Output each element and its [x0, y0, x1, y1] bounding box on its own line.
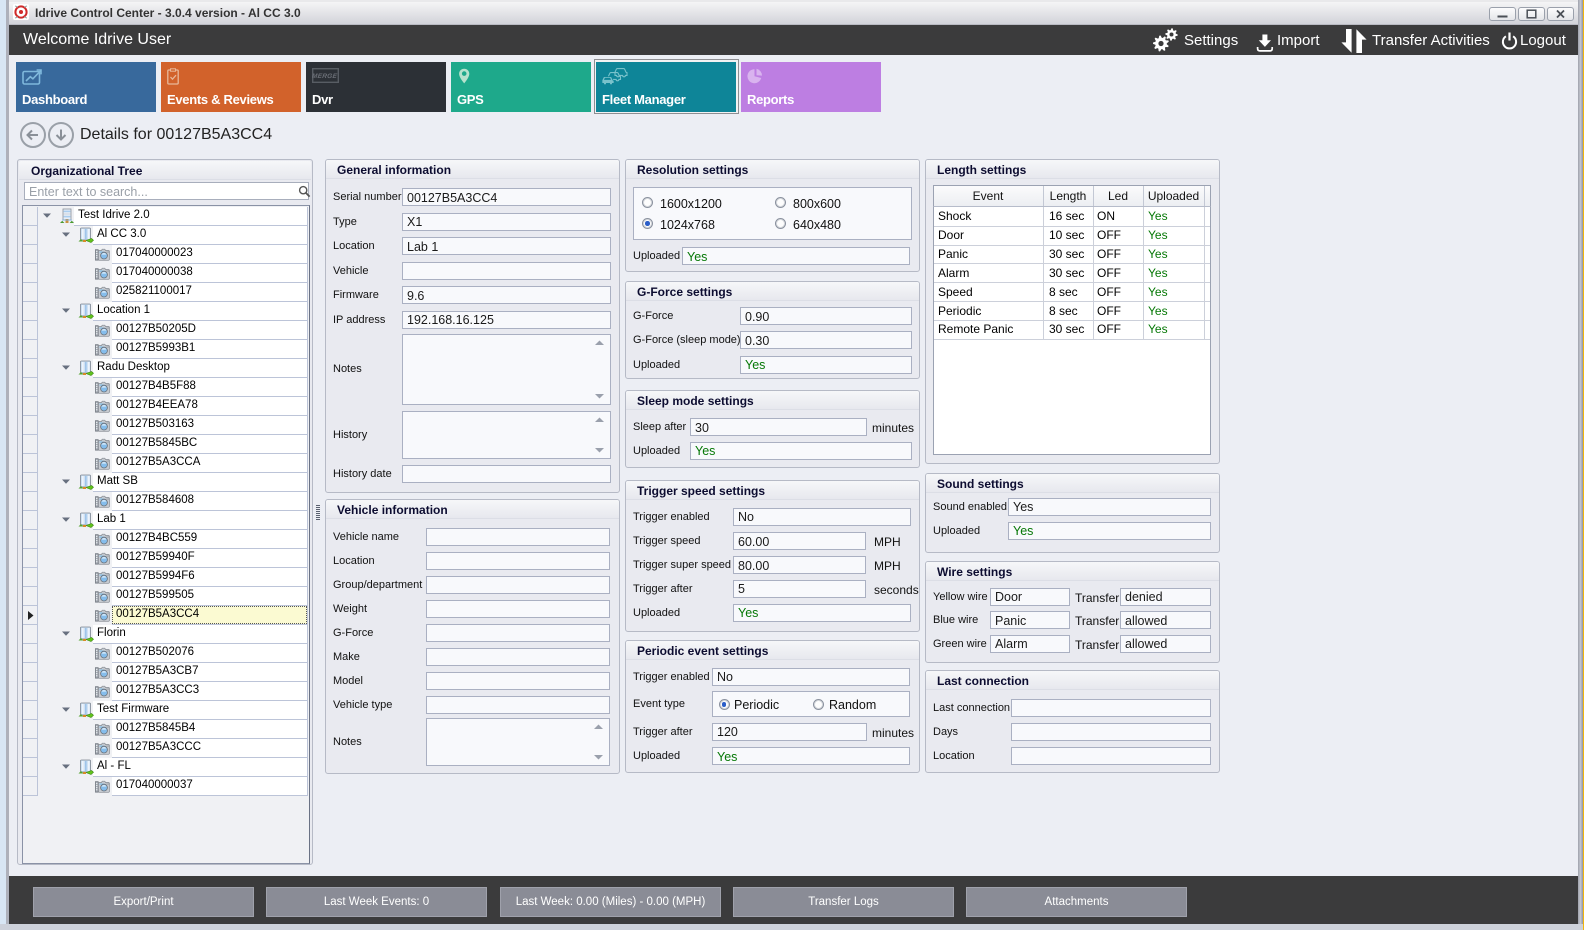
- svg-text:MERGE: MERGE: [312, 73, 338, 80]
